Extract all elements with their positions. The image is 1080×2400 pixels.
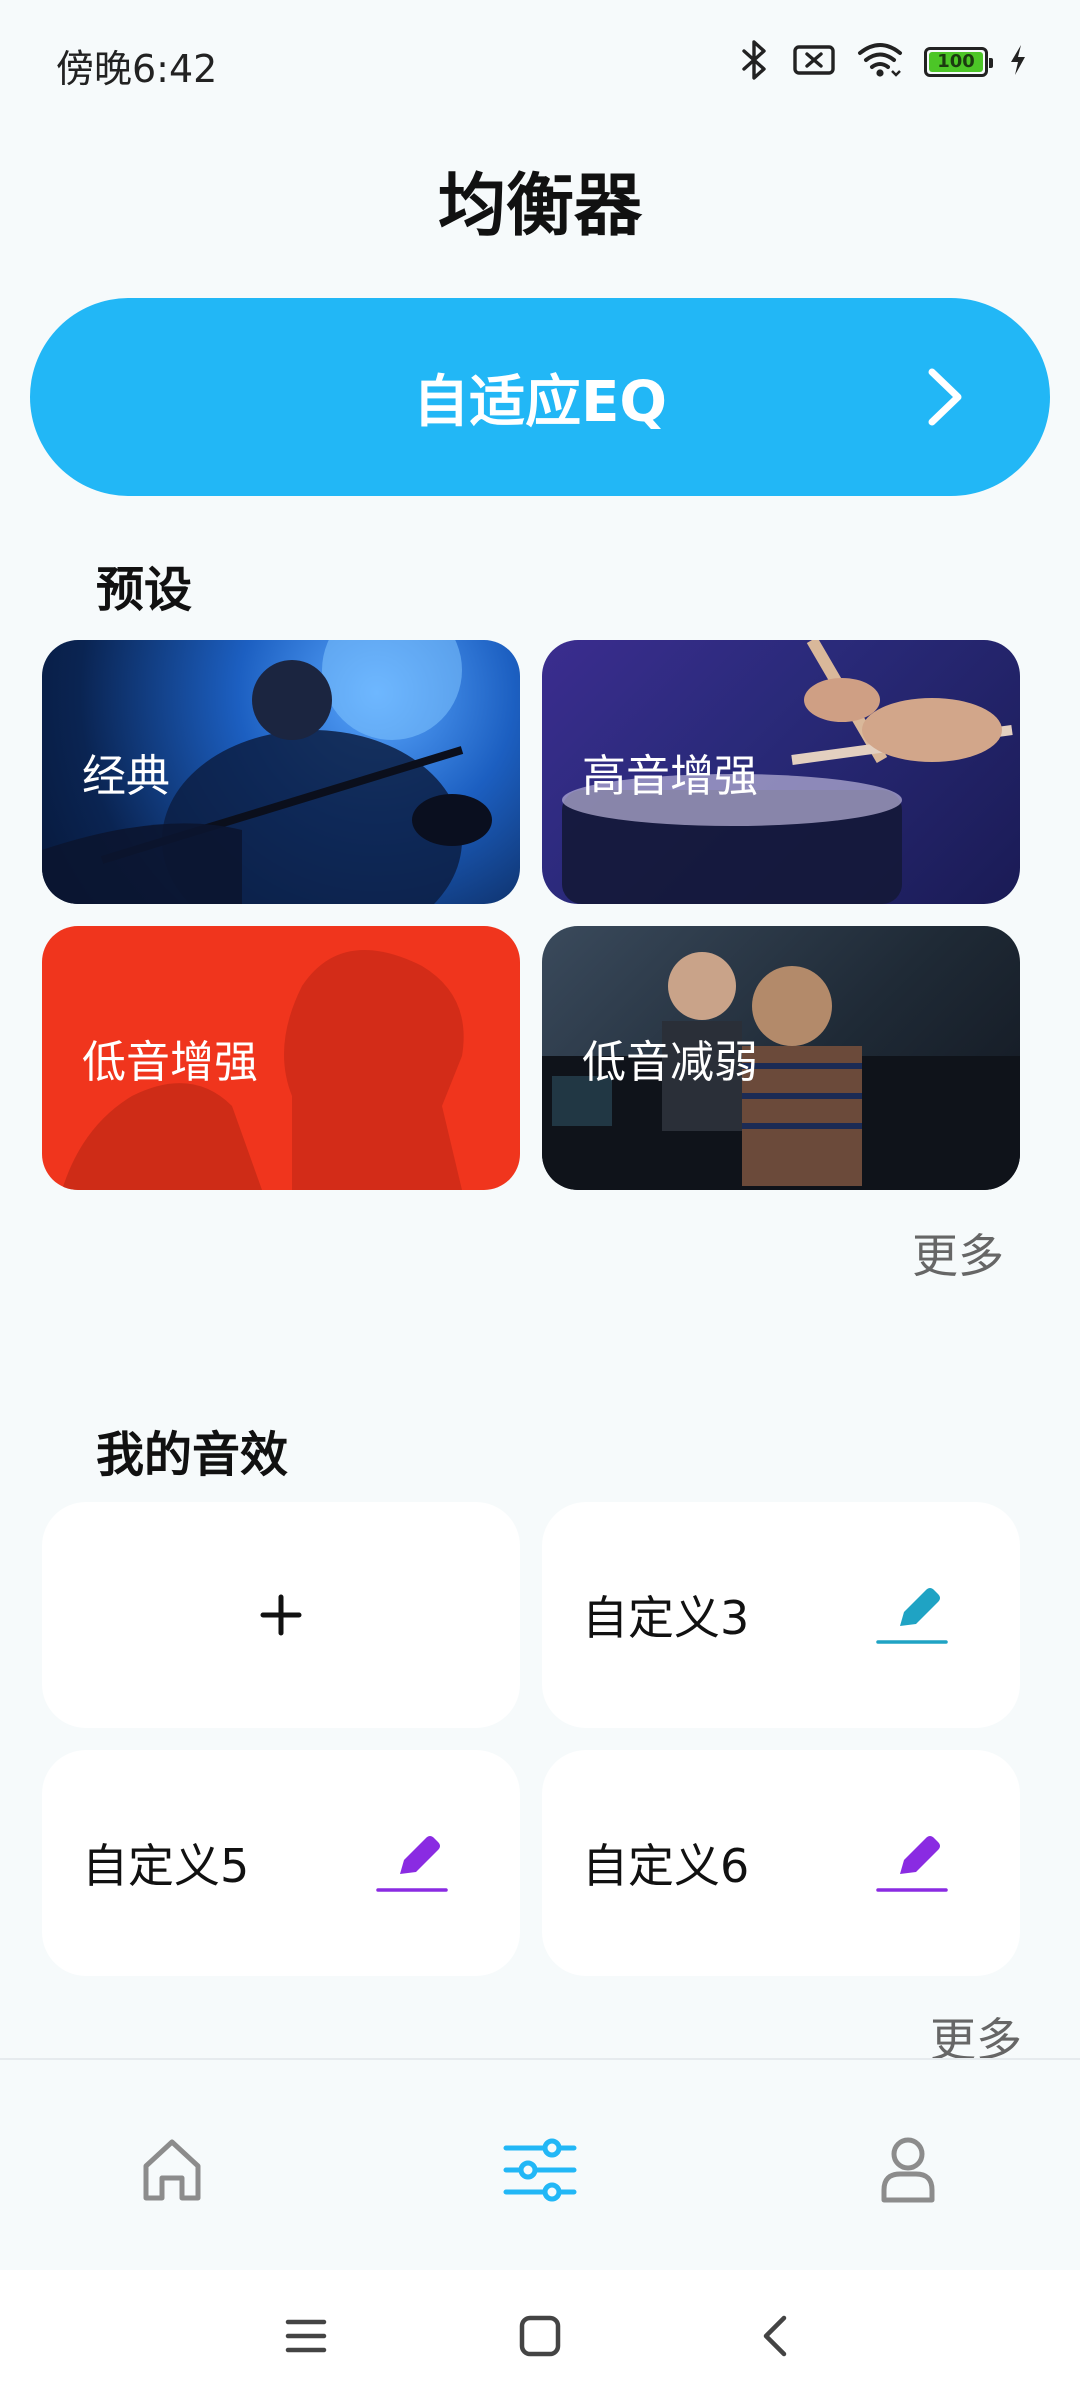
- presets-more-link[interactable]: 更多: [912, 1220, 1004, 1286]
- preset-reduce-bass-label: 低音减弱: [582, 1037, 758, 1088]
- nav-equalizer-tab[interactable]: [500, 2130, 580, 2210]
- wifi-icon: [856, 41, 904, 83]
- preset-classic-card[interactable]: 经典: [42, 640, 520, 904]
- status-time: 傍晚6:42: [56, 47, 218, 91]
- bluetooth-icon: [738, 40, 772, 84]
- home-button[interactable]: [512, 2308, 568, 2364]
- system-nav-bar: [0, 2270, 1080, 2400]
- sim-no-signal-icon: [792, 42, 836, 82]
- custom-effect-label: 自定义5: [82, 1839, 250, 1893]
- plus-icon: [42, 1502, 520, 1728]
- battery-level: 100: [929, 52, 983, 72]
- back-icon: [763, 2315, 787, 2357]
- equalizer-icon: [503, 2138, 577, 2202]
- chevron-right-icon: [914, 364, 974, 430]
- edit-icon[interactable]: [874, 1582, 950, 1648]
- preset-bass-card[interactable]: 低音增强: [42, 926, 520, 1190]
- nav-home-tab[interactable]: [132, 2130, 212, 2210]
- battery-icon: 100: [924, 47, 993, 77]
- custom-effect-card-5[interactable]: 自定义5: [42, 1750, 520, 1976]
- preset-treble-card[interactable]: 高音增强: [542, 640, 1020, 904]
- custom-effect-card-3[interactable]: 自定义3: [542, 1502, 1020, 1728]
- nav-profile-tab[interactable]: [868, 2130, 948, 2210]
- edit-icon[interactable]: [874, 1830, 950, 1896]
- custom-effect-card-6[interactable]: 自定义6: [542, 1750, 1020, 1976]
- menu-icon: [285, 2319, 327, 2353]
- custom-effect-label: 自定义3: [582, 1591, 750, 1645]
- back-button[interactable]: [746, 2308, 802, 2364]
- presets-section-title: 预设: [96, 562, 193, 618]
- adaptive-eq-label: 自适应EQ: [413, 369, 667, 435]
- status-bar: 傍晚6:42 100: [0, 0, 1080, 120]
- profile-icon: [881, 2137, 935, 2203]
- preset-bass-label: 低音增强: [82, 1037, 258, 1088]
- status-icons: 100: [738, 40, 1028, 84]
- adaptive-eq-button[interactable]: 自适应EQ: [30, 298, 1050, 496]
- custom-effect-label: 自定义6: [582, 1839, 750, 1893]
- home-square-icon: [519, 2315, 561, 2357]
- page-title: 均衡器: [437, 167, 642, 246]
- bottom-nav: [0, 2058, 1080, 2272]
- add-effect-button[interactable]: [42, 1502, 520, 1728]
- menu-button[interactable]: [278, 2308, 334, 2364]
- my-effects-section-title: 我的音效: [96, 1427, 289, 1483]
- home-icon: [143, 2139, 201, 2201]
- preset-classic-label: 经典: [82, 751, 170, 802]
- preset-treble-label: 高音增强: [582, 751, 758, 802]
- charging-icon: [1008, 43, 1028, 81]
- preset-reduce-bass-card[interactable]: 低音减弱: [542, 926, 1020, 1190]
- edit-icon[interactable]: [374, 1830, 450, 1896]
